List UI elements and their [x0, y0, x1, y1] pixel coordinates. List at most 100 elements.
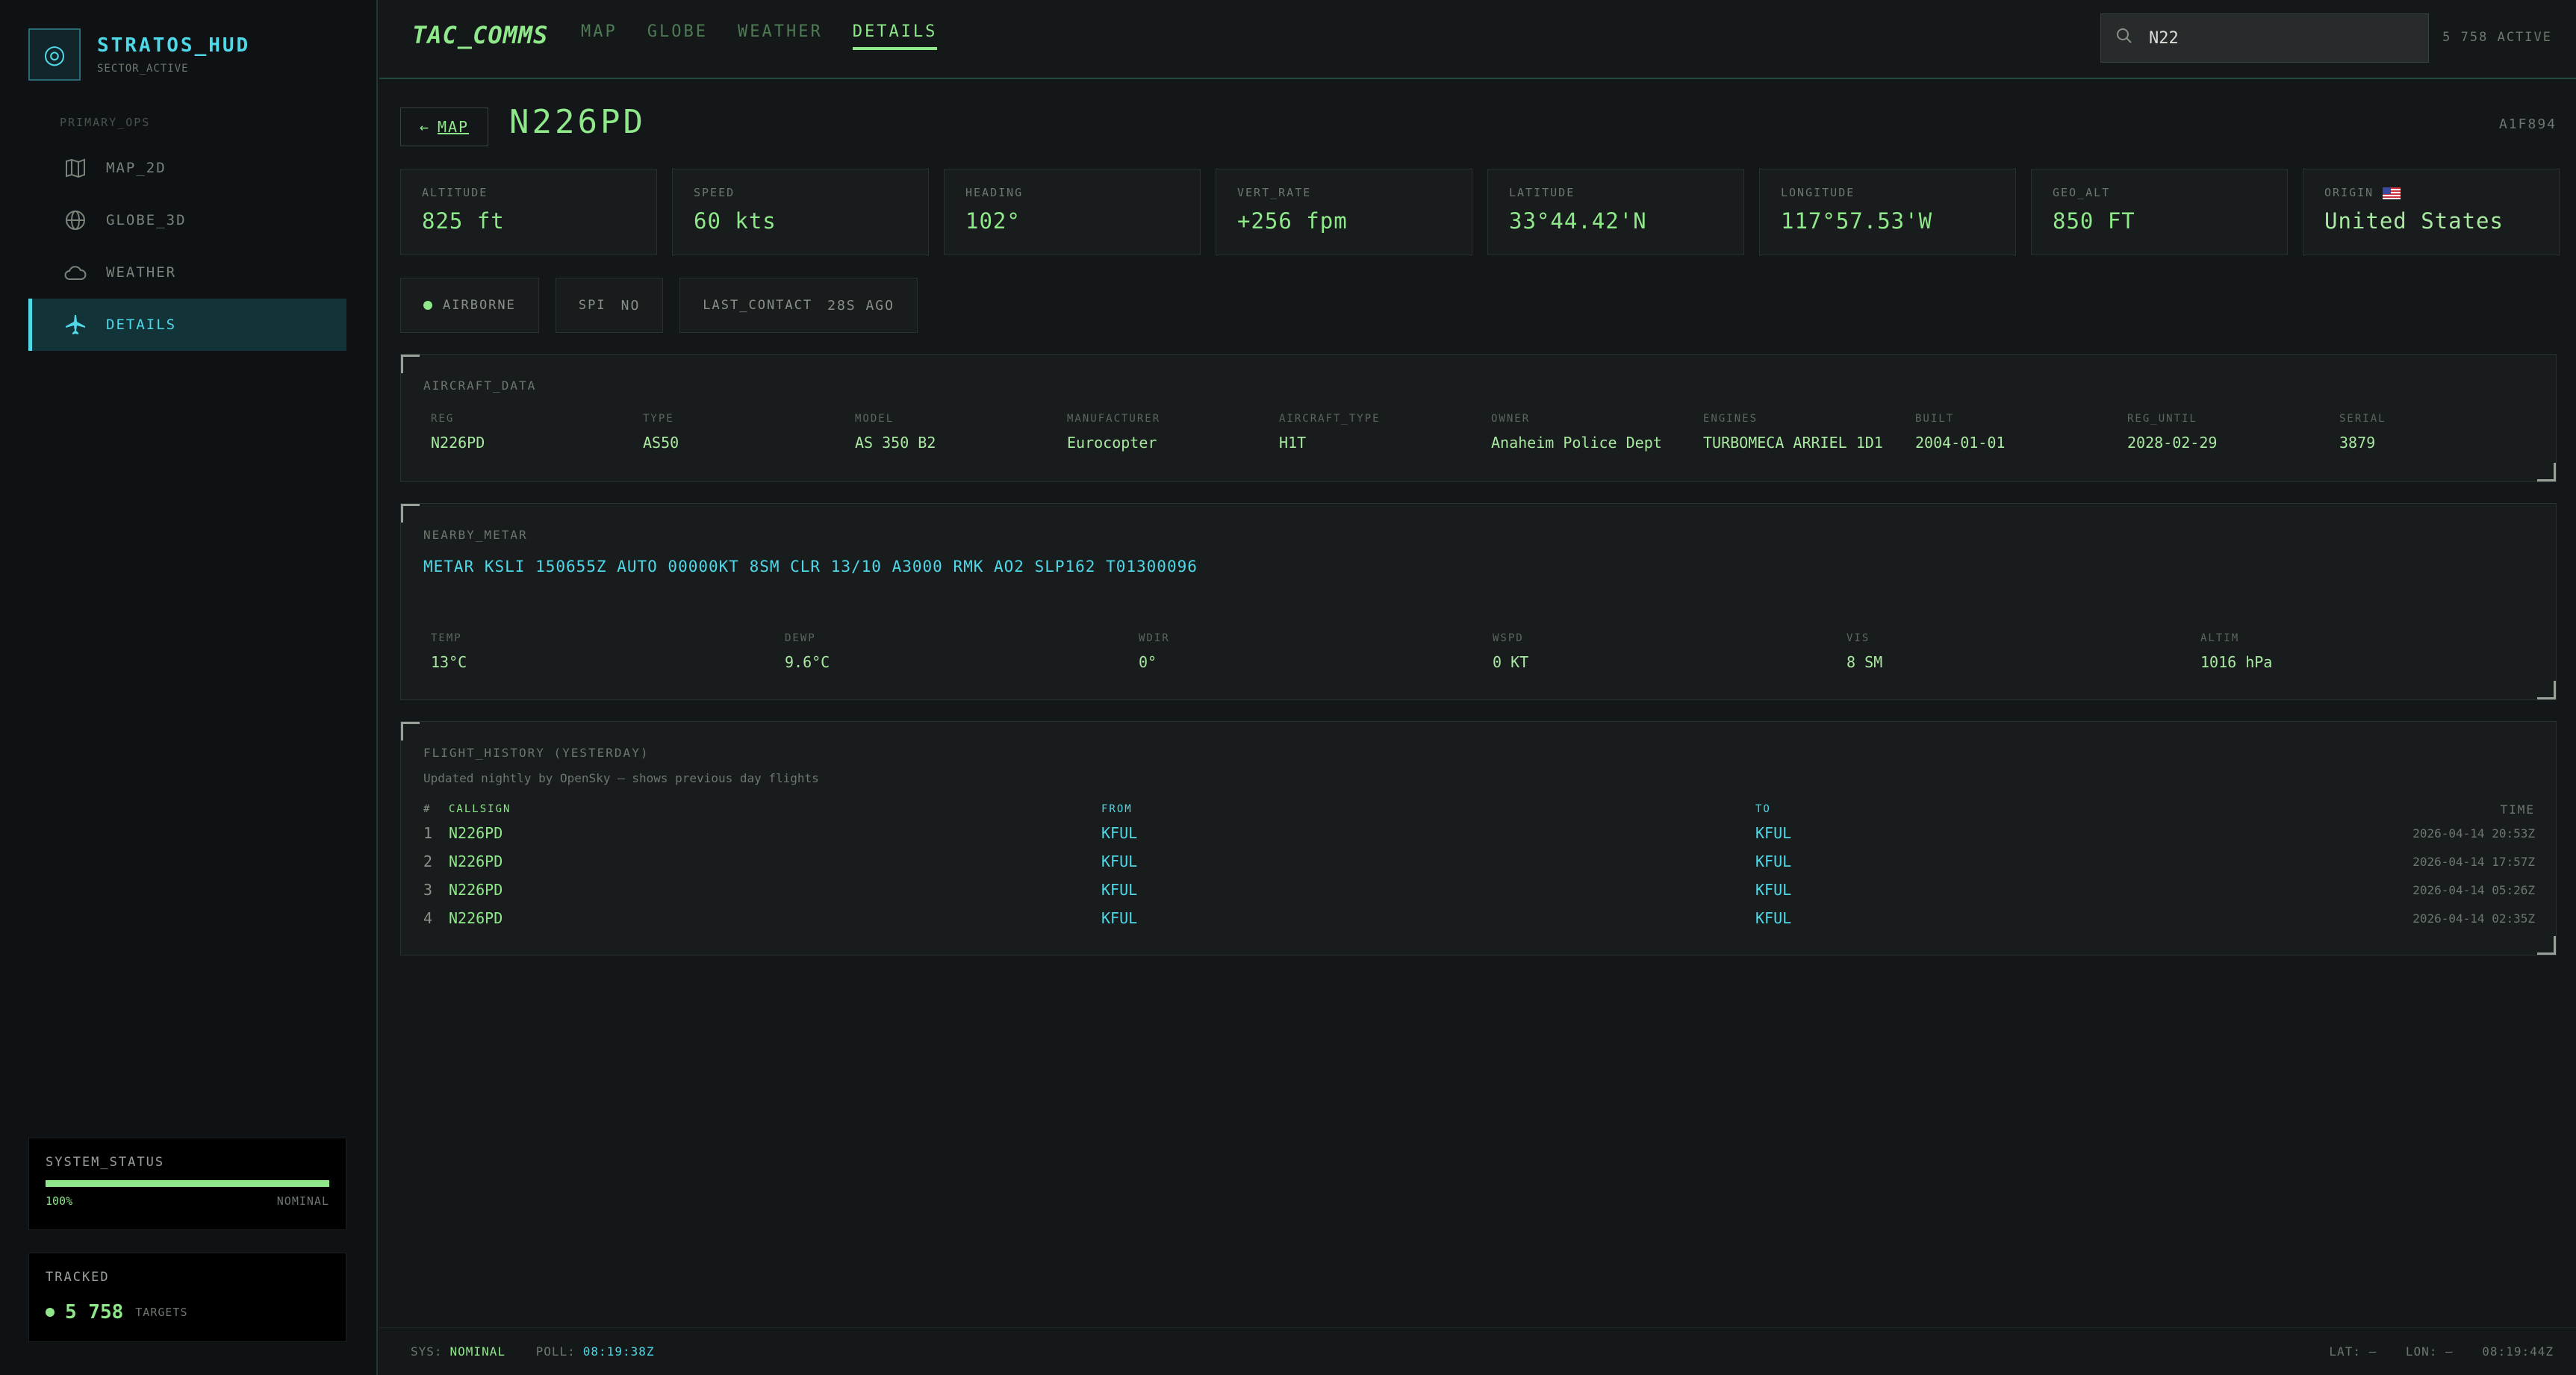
sys-value: NOMINAL: [449, 1344, 505, 1359]
app-title: TAC_COMMS: [412, 21, 549, 49]
column-header: TIME: [2500, 802, 2535, 817]
field-label: REG: [431, 413, 455, 425]
row-callsign: N226PD: [449, 909, 503, 927]
aircraft-field: ENGINES TURBOMECA ARRIEL 1D1: [1703, 413, 1915, 452]
table-row[interactable]: 4 N226PD KFUL KFUL 2026-04-14 02:35Z: [423, 904, 2535, 932]
tracked-unit: TARGETS: [135, 1306, 188, 1319]
field-value: 9.6°C: [785, 653, 830, 671]
brand: ◎ STRATOS_HUD SECTOR_ACTIVE: [28, 28, 250, 81]
metar-field: TEMP 13°C: [431, 632, 785, 671]
spi-label: SPI: [578, 298, 606, 313]
back-to-map-button[interactable]: ← MAP: [400, 107, 488, 146]
row-from: KFUL: [1101, 852, 1138, 870]
active-count: 5 758 ACTIVE: [2442, 30, 2552, 45]
row-to: KFUL: [1755, 852, 1792, 870]
cursor-lon: LON: —: [2405, 1344, 2454, 1359]
sidebar-item-globe-3d[interactable]: GLOBE_3D: [28, 194, 346, 246]
panel-title: NEARBY_METAR: [423, 528, 528, 542]
field-label: REG_UNTIL: [2127, 413, 2197, 425]
aircraft-field: REG N226PD: [431, 413, 643, 452]
tracked-count: 5 758: [65, 1301, 124, 1323]
last-contact-value: 28S AGO: [827, 297, 895, 314]
field-label: DEWP: [785, 632, 816, 644]
row-from: KFUL: [1101, 909, 1138, 927]
row-index: 4: [423, 909, 433, 927]
row-time: 2026-04-14 17:57Z: [2412, 854, 2535, 869]
panel-title: FLIGHT_HISTORY (YESTERDAY): [423, 746, 650, 760]
sidebar-item-map-2d[interactable]: MAP_2D: [28, 142, 346, 194]
field-value: 13°C: [431, 653, 467, 671]
field-value: 8 SM: [1847, 653, 1883, 671]
utc-clock: 08:19:44Z: [2482, 1344, 2554, 1359]
origin-label: ORIGIN: [2324, 186, 2374, 199]
field-label: WDIR: [1139, 632, 1170, 644]
field-value: AS 350 B2: [855, 434, 936, 452]
aircraft-field: BUILT 2004-01-01: [1915, 413, 2127, 452]
sidebar-nav: MAP_2D GLOBE_3D WEATHER DETAILS: [28, 142, 346, 351]
radar-logo-icon: ◎: [28, 28, 81, 81]
row-callsign: N226PD: [449, 824, 503, 842]
sidebar-item-label: WEATHER: [106, 264, 177, 281]
airplane-icon: [64, 314, 87, 336]
stat-value: 102°: [965, 208, 1021, 234]
sys-label: SYS:: [411, 1344, 443, 1359]
system-status-state: NOMINAL: [276, 1194, 329, 1208]
field-value: TURBOMECA ARRIEL 1D1: [1703, 434, 1883, 452]
field-value: Anaheim Police Dept: [1491, 434, 1662, 452]
table-row[interactable]: 2 N226PD KFUL KFUL 2026-04-14 17:57Z: [423, 847, 2535, 876]
aircraft-field: MODEL AS 350 B2: [855, 413, 1067, 452]
panel-title: AIRCRAFT_DATA: [423, 378, 537, 393]
field-value: 1016 hPa: [2200, 653, 2273, 671]
tab-globe[interactable]: GLOBE: [647, 22, 708, 50]
aircraft-field: TYPE AS50: [643, 413, 855, 452]
field-value: 0 KT: [1493, 653, 1529, 671]
tracked-title: TRACKED: [46, 1270, 110, 1285]
row-time: 2026-04-14 05:26Z: [2412, 882, 2535, 897]
flight-callsign-title: N226PD: [509, 103, 646, 141]
system-status-bar: [46, 1180, 329, 1187]
stat-label: ALTITUDE: [422, 186, 488, 199]
stat-label: SPEED: [694, 186, 735, 199]
tab-map[interactable]: MAP: [581, 22, 617, 50]
status-dot-icon: [46, 1308, 55, 1317]
row-callsign: N226PD: [449, 881, 503, 899]
metar-fields: TEMP 13°C DEWP 9.6°C WDIR 0° WSPD 0 KT VIS 8 …: [431, 632, 2554, 671]
flight-history-panel: FLIGHT_HISTORY (YESTERDAY) Updated night…: [400, 721, 2557, 955]
icao-hex-code: A1F894: [2498, 116, 2557, 132]
tab-weather[interactable]: WEATHER: [738, 22, 823, 50]
row-index: 3: [423, 881, 433, 899]
spi-chip: SPI NO: [555, 278, 664, 333]
sidebar-item-label: MAP_2D: [106, 160, 167, 176]
metar-field: VIS 8 SM: [1847, 632, 2200, 671]
search-input[interactable]: [2149, 28, 2418, 48]
metar-field: ALTIM 1016 hPa: [2200, 632, 2554, 671]
stat-vert-rate: VERT_RATE +256 fpm: [1216, 169, 1472, 255]
metar-field: DEWP 9.6°C: [785, 632, 1139, 671]
row-time: 2026-04-14 02:35Z: [2412, 911, 2535, 926]
stat-heading: HEADING 102°: [944, 169, 1201, 255]
stat-geo-alt: GEO_ALT 850 FT: [2031, 169, 2288, 255]
status-footer: SYS: NOMINAL POLL: 08:19:38Z LAT: — LON: —…: [379, 1327, 2576, 1375]
poll-label: POLL:: [535, 1344, 576, 1359]
flight-history-table: # CALLSIGN FROM TO TIME 1 N226PD KFUL KF…: [423, 799, 2535, 932]
search-box[interactable]: [2100, 13, 2429, 63]
table-row[interactable]: 1 N226PD KFUL KFUL 2026-04-14 20:53Z: [423, 819, 2535, 847]
sidebar-item-weather[interactable]: WEATHER: [28, 246, 346, 299]
poll-value: 08:19:38Z: [582, 1344, 655, 1359]
last-contact-chip: LAST_CONTACT 28S AGO: [679, 278, 918, 333]
column-header: TO: [1755, 803, 1771, 815]
field-label: MANUFACTURER: [1067, 413, 1161, 425]
field-value: AS50: [643, 434, 679, 452]
field-label: TYPE: [643, 413, 674, 425]
sidebar-item-label: GLOBE_3D: [106, 212, 187, 228]
table-row[interactable]: 3 N226PD KFUL KFUL 2026-04-14 05:26Z: [423, 876, 2535, 904]
sidebar-item-details[interactable]: DETAILS: [28, 299, 346, 351]
stat-value: +256 fpm: [1237, 208, 1348, 234]
column-header: FROM: [1101, 803, 1133, 815]
field-value: 3879: [2339, 434, 2376, 452]
column-header: #: [423, 803, 432, 815]
nav-section-label: PRIMARY_OPS: [60, 116, 151, 129]
search-icon: [2116, 28, 2138, 49]
tab-details[interactable]: DETAILS: [852, 22, 938, 50]
system-status-title: SYSTEM_STATUS: [46, 1155, 165, 1170]
